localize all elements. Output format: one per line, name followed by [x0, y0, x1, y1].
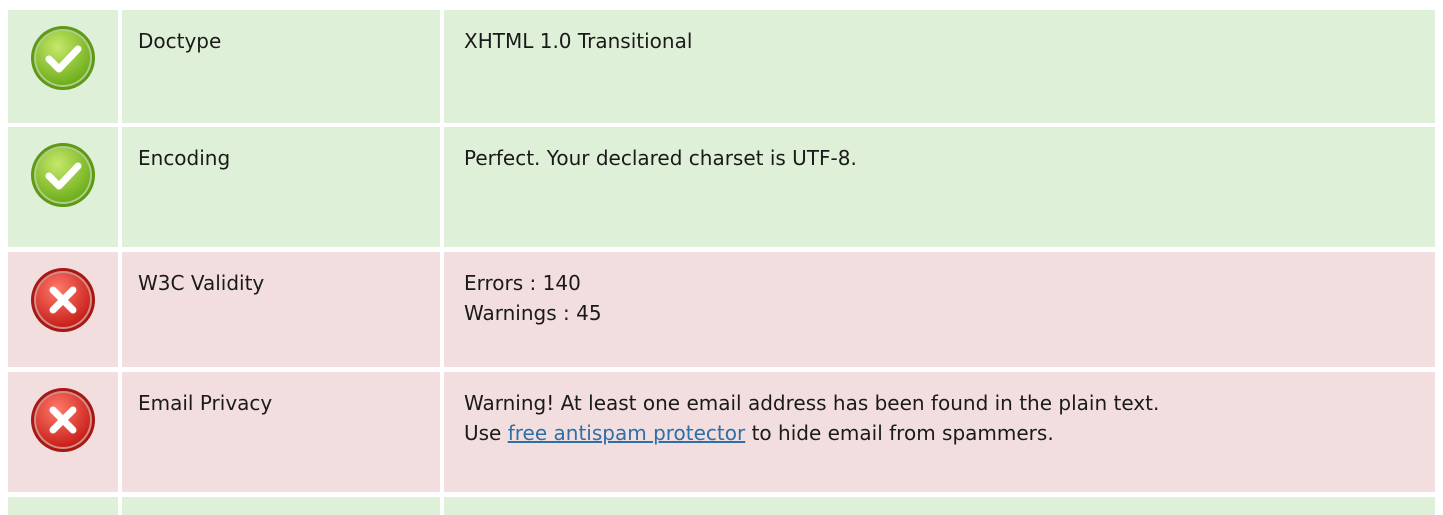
result-label-cell: Email Privacy — [122, 372, 440, 492]
result-row-encoding: Encoding Perfect. Your declared charset … — [8, 127, 1435, 247]
errors-count: Errors : 140 — [464, 271, 581, 295]
check-circle-icon — [28, 23, 98, 93]
antispam-protector-link[interactable]: free antispam protector — [508, 421, 746, 445]
result-label: Doctype — [138, 29, 222, 53]
status-cell — [8, 127, 118, 247]
result-label-cell: Doctype — [122, 10, 440, 123]
result-label: Encoding — [138, 146, 231, 170]
result-value-cell: Errors : 140 Warnings : 45 — [444, 252, 1435, 367]
result-label-cell — [122, 497, 440, 515]
result-row-email-privacy: Email Privacy Warning! At least one emai… — [8, 372, 1435, 492]
result-row-w3c-validity: W3C Validity Errors : 140 Warnings : 45 — [8, 252, 1435, 367]
result-value: XHTML 1.0 Transitional — [464, 29, 693, 53]
email-warning-text: Warning! At least one email address has … — [464, 391, 1160, 415]
status-cell — [8, 497, 118, 515]
result-value: Perfect. Your declared charset is UTF-8. — [464, 146, 857, 170]
result-row-partial — [8, 497, 1435, 515]
result-value-cell: Perfect. Your declared charset is UTF-8. — [444, 127, 1435, 247]
result-value-cell: XHTML 1.0 Transitional — [444, 10, 1435, 123]
result-value-cell: Warning! At least one email address has … — [444, 372, 1435, 492]
warnings-count: Warnings : 45 — [464, 301, 602, 325]
status-cell — [8, 10, 118, 123]
status-cell — [8, 372, 118, 492]
error-circle-icon — [28, 385, 98, 455]
advice-suffix: to hide email from spammers. — [745, 421, 1054, 445]
result-row-doctype: Doctype XHTML 1.0 Transitional — [8, 10, 1435, 123]
seo-results-table: Doctype XHTML 1.0 Transitional Encoding … — [0, 0, 1443, 515]
check-circle-icon — [28, 140, 98, 210]
result-label: Email Privacy — [138, 391, 273, 415]
result-value-cell — [444, 497, 1435, 515]
email-advice-line: Use free antispam protector to hide emai… — [464, 418, 1435, 448]
result-label: W3C Validity — [138, 271, 265, 295]
advice-prefix: Use — [464, 421, 508, 445]
result-label-cell: W3C Validity — [122, 252, 440, 367]
error-circle-icon — [28, 265, 98, 335]
result-label-cell: Encoding — [122, 127, 440, 247]
status-cell — [8, 252, 118, 367]
